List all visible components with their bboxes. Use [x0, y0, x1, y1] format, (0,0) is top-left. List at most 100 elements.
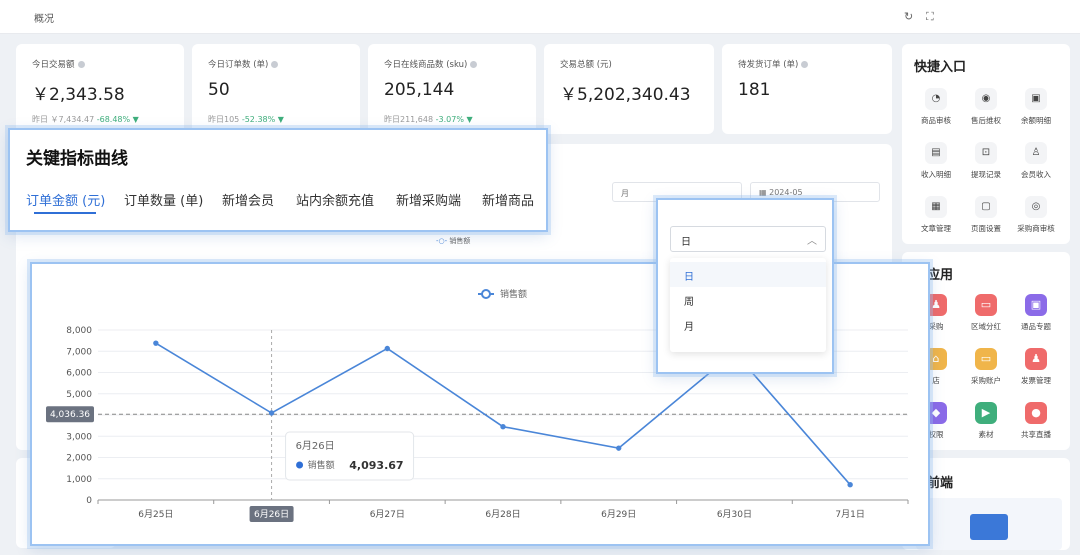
tab-order-count[interactable]: 订单数量 (单): [124, 190, 203, 209]
dropdown-zoom-panel: 日 ︿ 日 周 月: [656, 198, 834, 374]
tab-new-products[interactable]: 新增商品: [482, 190, 534, 209]
app-label: 采购账户: [971, 376, 1001, 385]
quick-item-income[interactable]: ▤ 收入明细: [908, 142, 964, 180]
period-dropdown[interactable]: 日 ︿: [670, 226, 826, 252]
app-item[interactable]: ● 共享直播: [1008, 402, 1064, 440]
stat-label: 交易总额 (元): [560, 60, 612, 70]
help-icon[interactable]: [271, 61, 279, 68]
data-point: [616, 445, 622, 451]
quick-item-buyer-review[interactable]: ◎ 采购商审核: [1008, 196, 1064, 234]
tooltip-value: 4,093.67: [349, 459, 403, 472]
app-icon: ♟: [1025, 348, 1047, 370]
tooltip-series-dot: [296, 461, 304, 469]
quick-entry-card: 快捷入口 ◔ 商品审核 ◉ 售后维权 ▣ 余额明细 ▤ 收入明细 ⊡ 提现记录 ♙ 会员收入…: [902, 44, 1070, 244]
app-item[interactable]: ▣ 通品专题: [1008, 294, 1064, 332]
stat-card-pending-shipment: 待发货订单 (单) 181: [722, 44, 892, 134]
app-label: 共享直播: [1021, 430, 1051, 439]
legend-marker-icon: [481, 289, 491, 299]
bg-legend-label: 销售额: [449, 237, 471, 245]
withdraw-icon: ⊡: [975, 142, 997, 164]
app-item[interactable]: ▶ 素材: [958, 402, 1014, 440]
after-sales-icon: ◉: [975, 88, 997, 110]
data-point: [153, 340, 159, 346]
period-option-week[interactable]: 周: [670, 287, 826, 312]
quick-item-articles[interactable]: ▦ 文章管理: [908, 196, 964, 234]
quick-item-label: 售后维权: [971, 116, 1001, 125]
tooltip-box: [285, 431, 415, 481]
quick-item-member-income[interactable]: ♙ 会员收入: [1008, 142, 1064, 180]
x-tick-label: 7月1日: [835, 509, 864, 520]
fullscreen-icon[interactable]: ⛶: [926, 10, 934, 24]
chevron-up-icon: ︿: [807, 236, 817, 247]
calendar-icon: ▦: [759, 188, 770, 197]
period-select-value: 月: [621, 189, 629, 198]
income-icon: ▤: [925, 142, 947, 164]
y-tick-label: 0: [86, 496, 92, 506]
app-icon: ▣: [1025, 294, 1047, 316]
app-icon: ●: [1025, 402, 1047, 424]
stat-change: -3.07% ▼: [435, 115, 473, 124]
balance-icon: ▣: [1025, 88, 1047, 110]
buyer-icon: ◎: [1025, 196, 1047, 218]
quick-item-withdraw[interactable]: ⊡ 提现记录: [958, 142, 1014, 180]
stat-card-total-sales: 交易总额 (元) ￥5,202,340.43: [544, 44, 714, 134]
quick-item-after-sales[interactable]: ◉ 售后维权: [958, 88, 1014, 126]
period-dropdown-value: 日: [681, 237, 691, 248]
stat-card-today-orders: 今日订单数 (单) 50 昨日105 -52.38% ▼: [192, 44, 360, 134]
help-icon[interactable]: [801, 61, 809, 68]
stat-label: 今日交易额: [32, 60, 75, 70]
y-tick-label: 8,000: [66, 326, 92, 336]
tab-order-amount[interactable]: 订单金额 (元): [26, 190, 105, 209]
section-title: 关键指标曲线: [26, 149, 128, 169]
quick-item-label: 商品审核: [921, 116, 951, 125]
data-point: [384, 345, 390, 352]
y-tick-label: 1,000: [66, 475, 92, 485]
stat-label: 今日订单数 (单): [208, 60, 269, 70]
period-dropdown-menu: 日 周 月: [670, 258, 826, 352]
app-label: 发票管理: [1021, 376, 1051, 385]
refresh-icon[interactable]: ↻: [904, 10, 913, 23]
data-point: [847, 482, 853, 488]
stat-label: 待发货订单 (单): [738, 60, 799, 70]
help-icon[interactable]: [77, 61, 85, 68]
x-tick-label: 6月25日: [138, 509, 173, 520]
stat-value: 181: [738, 80, 771, 100]
y-tick-label: 3,000: [66, 432, 92, 442]
y-tick-label: 6,000: [66, 369, 92, 379]
quick-item-label: 文章管理: [921, 224, 951, 233]
tab-new-buyers[interactable]: 新增采购端: [396, 190, 461, 209]
period-option-month[interactable]: 月: [670, 312, 826, 337]
app-label: 素材: [978, 430, 994, 439]
app-item[interactable]: ▭ 采购账户: [958, 348, 1014, 386]
help-icon[interactable]: [470, 61, 478, 68]
y-tick-label: 2,000: [66, 454, 92, 464]
tab-balance-recharge[interactable]: 站内余额充值: [296, 190, 374, 209]
period-option-day[interactable]: 日: [670, 262, 826, 287]
app-item[interactable]: ♟ 发票管理: [1008, 348, 1064, 386]
tooltip-date: 6月26日: [296, 440, 335, 452]
top-bar: 概况 ↻ ⛶: [0, 0, 1080, 34]
page-icon: ▢: [975, 196, 997, 218]
quick-item-product-review[interactable]: ◔ 商品审核: [908, 88, 964, 126]
quick-item-label: 页面设置: [971, 224, 1001, 233]
stat-change: -52.38% ▼: [241, 115, 284, 124]
app-item[interactable]: ▭ 区域分红: [958, 294, 1014, 332]
app-label: 区域分红: [971, 322, 1001, 331]
quick-item-balance[interactable]: ▣ 余额明细: [1008, 88, 1064, 126]
active-tab-underline: [34, 212, 96, 214]
review-icon: ◔: [925, 88, 947, 110]
tabs-zoom-panel: 关键指标曲线 订单金额 (元) 订单数量 (单) 新增会员 站内余额充值 新增采…: [8, 128, 548, 232]
legend-label: 销售额: [500, 288, 527, 300]
stat-card-online-products: 今日在线商品数 (sku) 205,144 昨日211,648 -3.07% ▼: [368, 44, 536, 134]
stat-value: 205,144: [384, 80, 455, 100]
quick-item-label: 采购商审核: [1017, 224, 1055, 233]
stat-compare: 昨日 ￥7,434.47: [32, 115, 95, 124]
stat-value: ￥2,343.58: [32, 85, 125, 105]
tab-new-members[interactable]: 新增会员: [222, 190, 274, 209]
data-point: [500, 423, 506, 430]
monitor-icon: [970, 514, 1008, 540]
x-tick-label: 6月29日: [601, 509, 636, 520]
data-point: [268, 410, 275, 416]
quick-item-page-settings[interactable]: ▢ 页面设置: [958, 196, 1014, 234]
quick-item-label: 会员收入: [1021, 170, 1051, 179]
